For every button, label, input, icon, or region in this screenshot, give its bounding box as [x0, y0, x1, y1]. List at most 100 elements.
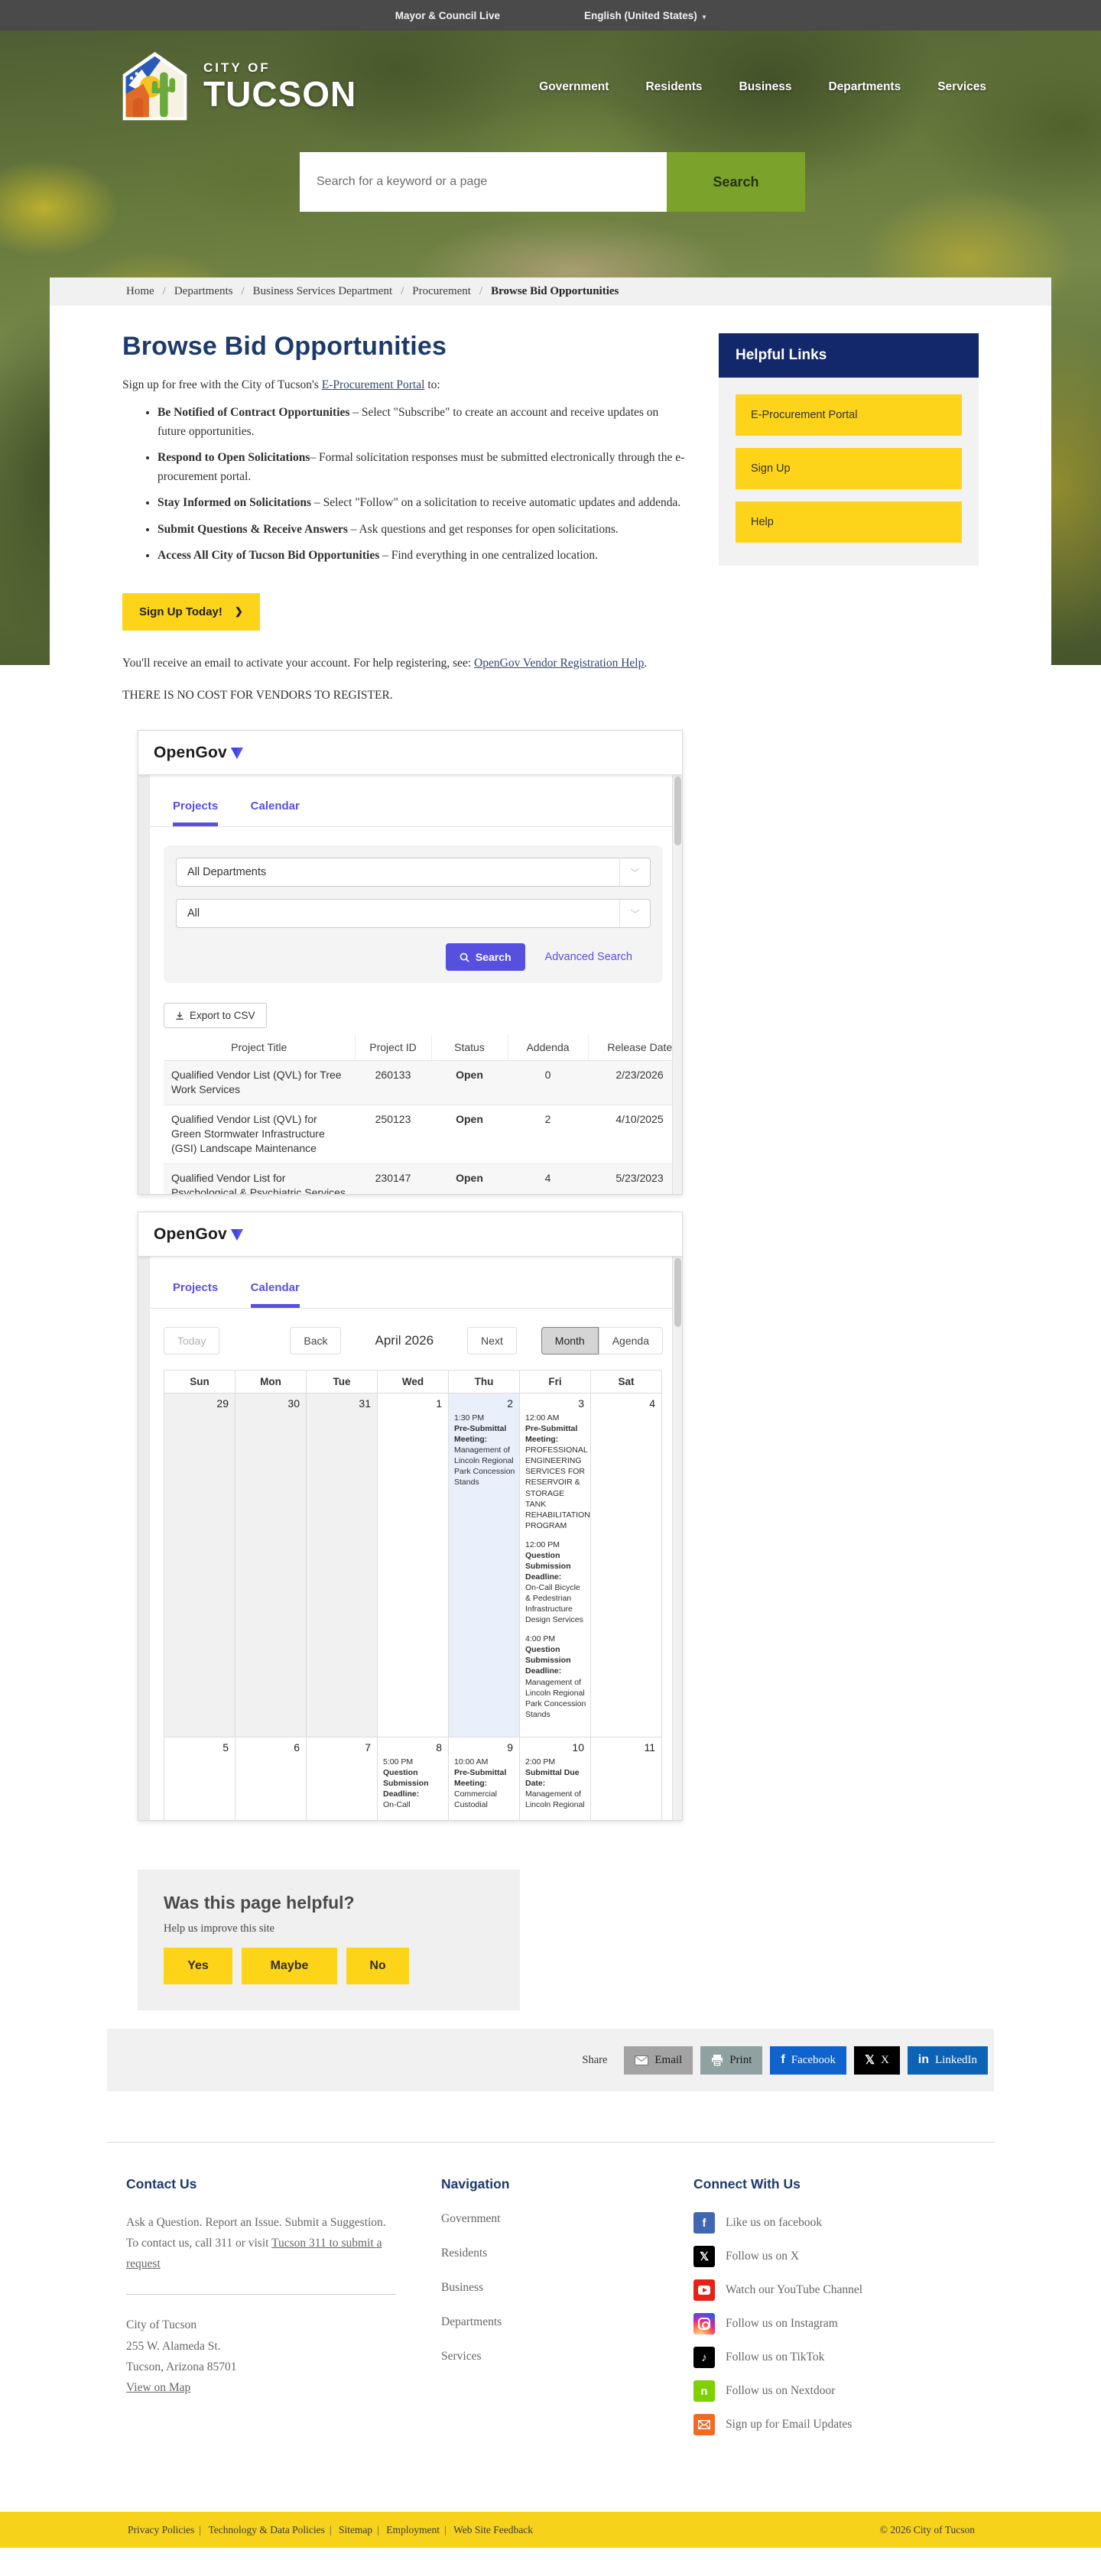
feedback-subtitle: Help us improve this site	[164, 1922, 494, 1935]
tab-calendar[interactable]: Calendar	[251, 1281, 300, 1308]
calendar-next-button[interactable]: Next	[467, 1327, 517, 1355]
calendar-event[interactable]: 12:00 PM Question Submission Deadline: O…	[520, 1539, 590, 1626]
sidebar-link-help[interactable]: Help	[736, 501, 962, 543]
nav-residents[interactable]: Residents	[645, 80, 702, 94]
sidebar-title: Helpful Links	[719, 333, 979, 378]
widget-scrollbar[interactable]	[672, 775, 682, 1194]
sidebar-link-eprocurement-portal[interactable]: E-Procurement Portal	[736, 394, 962, 436]
opengov-logo: OpenGov	[154, 1225, 245, 1244]
nav-government[interactable]: Government	[539, 80, 609, 94]
export-to-csv-button[interactable]: Export to CSV	[164, 1003, 267, 1028]
breadcrumb-business-services[interactable]: Business Services Department	[253, 285, 392, 298]
calendar-event[interactable]: 4:00 PM Question Submission Deadline: Ma…	[520, 1634, 590, 1720]
footer-address: City of Tucson 255 W. Alameda St. Tucson…	[126, 2315, 395, 2376]
calendar-cell: 10 2:00 PM Submittal Due Date: Managemen…	[520, 1737, 591, 1821]
widget-gutter	[138, 1257, 150, 1820]
breadcrumb-procurement[interactable]: Procurement	[412, 285, 471, 298]
main-navigation: Government Residents Business Department…	[539, 80, 986, 94]
sidebar-link-sign-up[interactable]: Sign Up	[736, 448, 962, 489]
filter-panel: All Departments ﹀ All ﹀	[164, 845, 663, 983]
privacy-policies-link[interactable]: Privacy Policies	[128, 2524, 194, 2535]
sign-up-today-button[interactable]: Sign Up Today!❯	[122, 593, 260, 631]
mayor-council-live-link[interactable]: Mayor & Council Live	[395, 10, 500, 21]
chevron-right-icon: ❯	[235, 605, 243, 618]
employment-link[interactable]: Employment	[386, 2524, 440, 2535]
department-select[interactable]: All Departments ﹀	[176, 858, 651, 887]
share-x-button[interactable]: 𝕏 X	[854, 2046, 900, 2075]
caret-down-icon: ▾	[703, 13, 706, 21]
footer-nav-departments[interactable]: Departments	[441, 2315, 636, 2329]
table-row[interactable]: Qualified Vendor List (QVL) for Green St…	[164, 1105, 672, 1163]
advanced-search-link[interactable]: Advanced Search	[545, 951, 632, 963]
calendar-month-title: April 2026	[375, 1333, 434, 1348]
widget-scrollbar[interactable]	[672, 1257, 682, 1820]
calendar-event[interactable]: 12:00 AM Pre-Submittal Meeting: PROFESSI…	[520, 1413, 590, 1531]
tiktok-social-link[interactable]: ♪ Follow us on TikTok	[693, 2347, 862, 2368]
list-item: Be Notified of Contract Opportunities – …	[158, 403, 688, 441]
eprocurement-portal-link[interactable]: E-Procurement Portal	[322, 378, 425, 391]
table-row[interactable]: Qualified Vendor List for Psychological …	[164, 1163, 672, 1194]
email-updates-link[interactable]: Sign up for Email Updates	[693, 2414, 862, 2435]
share-facebook-button[interactable]: f Facebook	[770, 2046, 846, 2075]
facebook-social-link[interactable]: f Like us on facebook	[693, 2212, 862, 2234]
feedback-no-button[interactable]: No	[346, 1948, 409, 1984]
site-search-button[interactable]: Search	[667, 152, 805, 212]
share-linkedin-button[interactable]: in LinkedIn	[908, 2046, 988, 2075]
x-social-link[interactable]: 𝕏 Follow us on X	[693, 2246, 862, 2267]
footer-contact-divider	[126, 2294, 395, 2295]
tab-projects[interactable]: Projects	[173, 1281, 218, 1308]
calendar-cell-today: 2 1:30 PM Pre-Submittal Meeting: Managem…	[449, 1393, 520, 1737]
footer-nav-residents[interactable]: Residents	[441, 2247, 636, 2260]
instagram-social-link[interactable]: Follow us on Instagram	[693, 2313, 862, 2334]
nextdoor-icon: n	[693, 2380, 715, 2402]
sitemap-link[interactable]: Sitemap	[339, 2524, 372, 2535]
footer-contact-title: Contact Us	[126, 2176, 395, 2192]
calendar-today-button[interactable]: Today	[164, 1327, 219, 1355]
footer-nav-government[interactable]: Government	[441, 2212, 636, 2226]
tab-calendar[interactable]: Calendar	[251, 800, 300, 826]
site-search-input[interactable]	[300, 152, 667, 212]
calendar-event[interactable]: 2:00 PM Submittal Due Date: Management o…	[520, 1757, 590, 1810]
city-of-tucson-logo[interactable]: CITY OF Tucson	[119, 50, 356, 123]
share-label: Share	[582, 2054, 607, 2067]
feedback-yes-button[interactable]: Yes	[164, 1948, 232, 1984]
calendar-event[interactable]: 5:00 PM Question Submission Deadline: On…	[378, 1757, 448, 1810]
footer-nav-services[interactable]: Services	[441, 2350, 636, 2363]
category-select[interactable]: All ﹀	[176, 899, 651, 928]
share-print-button[interactable]: Print	[700, 2046, 762, 2075]
breadcrumb-home[interactable]: Home	[126, 285, 154, 298]
view-on-map-link[interactable]: View on Map	[126, 2381, 190, 2394]
list-item: Access All City of Tucson Bid Opportunit…	[158, 546, 688, 565]
nextdoor-social-link[interactable]: n Follow us on Nextdoor	[693, 2380, 862, 2402]
calendar-agenda-view-button[interactable]: Agenda	[599, 1327, 663, 1355]
calendar-event[interactable]: 10:00 AM Pre-Submittal Meeting: Commerci…	[449, 1757, 519, 1810]
nav-departments[interactable]: Departments	[828, 80, 901, 94]
opengov-projects-widget: OpenGov Projects Calendar	[138, 730, 683, 1195]
calendar-back-button[interactable]: Back	[290, 1327, 341, 1355]
youtube-social-link[interactable]: Watch our YouTube Channel	[693, 2279, 862, 2301]
tab-projects[interactable]: Projects	[173, 800, 218, 826]
footer-connect-title: Connect With Us	[693, 2176, 862, 2192]
breadcrumb-departments[interactable]: Departments	[174, 285, 233, 298]
technology-data-policies-link[interactable]: Technology & Data Policies	[208, 2524, 324, 2535]
tiktok-icon: ♪	[693, 2347, 715, 2368]
calendar-cell: 11	[591, 1737, 662, 1821]
calendar-event[interactable]: 1:30 PM Pre-Submittal Meeting: Managemen…	[449, 1413, 519, 1488]
footer-navigation-title: Navigation	[441, 2176, 636, 2192]
opengov-search-button[interactable]: Search	[446, 943, 525, 971]
nav-business[interactable]: Business	[739, 80, 792, 94]
table-row[interactable]: Qualified Vendor List (QVL) for Tree Wor…	[164, 1061, 672, 1105]
list-item: Submit Questions & Receive Answers – Ask…	[158, 520, 688, 539]
envelope-icon	[635, 2055, 648, 2065]
breadcrumb: Home / Departments / Business Services D…	[50, 277, 1051, 306]
language-selector[interactable]: English (United States)▾	[584, 10, 706, 21]
footer-nav-business[interactable]: Business	[441, 2281, 636, 2295]
page-footer: Contact Us Ask a Question. Report an Iss…	[107, 2143, 994, 2512]
web-site-feedback-link[interactable]: Web Site Feedback	[453, 2524, 533, 2535]
nav-services[interactable]: Services	[937, 80, 986, 94]
share-email-button[interactable]: Email	[624, 2046, 693, 2075]
vendor-registration-help-link[interactable]: OpenGov Vendor Registration Help	[474, 657, 644, 670]
feedback-maybe-button[interactable]: Maybe	[242, 1948, 337, 1984]
helpful-links-sidebar: Helpful Links E-Procurement Portal Sign …	[719, 333, 979, 2010]
calendar-month-view-button[interactable]: Month	[541, 1327, 599, 1355]
